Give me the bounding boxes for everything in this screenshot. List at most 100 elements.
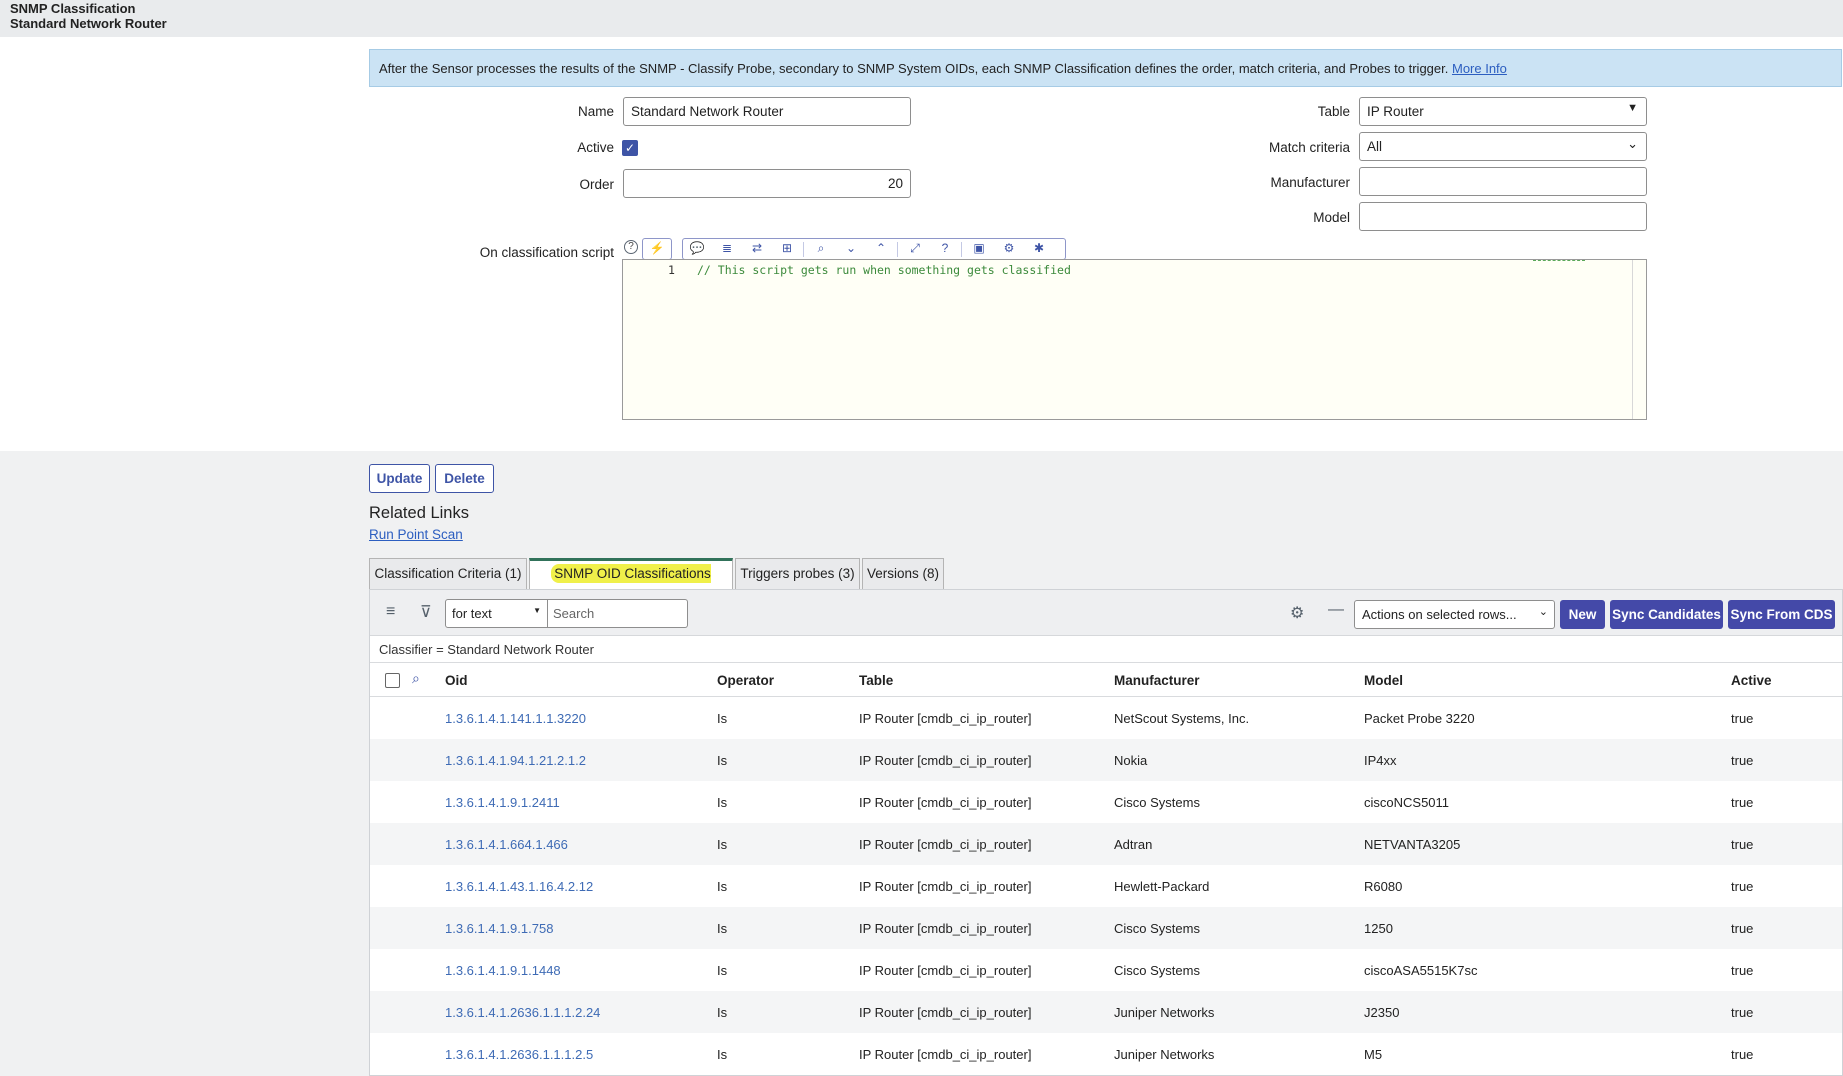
tab-classification-criteria[interactable]: Classification Criteria (1) bbox=[369, 558, 527, 589]
sync-from-cds-button[interactable]: Sync From CDS bbox=[1728, 600, 1835, 629]
run-point-scan-link[interactable]: Run Point Scan bbox=[369, 527, 463, 542]
table-row[interactable]: 1.3.6.1.4.1.2636.1.1.1.2.24 Is IP Router… bbox=[370, 991, 1842, 1033]
manufacturer-cell: Cisco Systems bbox=[1114, 963, 1200, 978]
match-criteria-select[interactable]: All ⌄ bbox=[1359, 132, 1647, 161]
search-icon[interactable]: ⌕ bbox=[807, 241, 835, 256]
search-icon[interactable]: ⌕ bbox=[412, 670, 420, 687]
tab-triggers-probes[interactable]: Triggers probes (3) bbox=[735, 558, 860, 589]
syntax-toggle-icon: ⚡ bbox=[649, 241, 665, 255]
oid-link[interactable]: 1.3.6.1.4.1.9.1.758 bbox=[445, 921, 553, 936]
table-cell: IP Router [cmdb_ci_ip_router] bbox=[859, 1047, 1032, 1062]
table-row[interactable]: 1.3.6.1.4.1.141.1.1.3220 Is IP Router [c… bbox=[370, 697, 1842, 739]
replace-all-icon[interactable]: ⊞ bbox=[773, 241, 801, 255]
table-label: Table bbox=[1317, 104, 1350, 119]
table-reference-field[interactable]: IP Router ▼ bbox=[1359, 97, 1647, 126]
bug-icon[interactable]: ✱ bbox=[1025, 241, 1053, 255]
oid-link[interactable]: 1.3.6.1.4.1.94.1.21.2.1.2 bbox=[445, 753, 586, 768]
active-cell: true bbox=[1731, 963, 1754, 978]
manufacturer-cell: Nokia bbox=[1114, 753, 1148, 768]
editor-toolbar: 💬 ≣ ⇄ ⊞ ⌕ ⌄ ⌃ ⤢ ? ▣ ⚙ ✱ bbox=[682, 238, 1066, 260]
table-cell: IP Router [cmdb_ci_ip_router] bbox=[859, 1005, 1032, 1020]
chevron-up-icon[interactable]: ⌃ bbox=[867, 241, 895, 255]
oid-link[interactable]: 1.3.6.1.4.1.141.1.1.3220 bbox=[445, 711, 586, 726]
chevron-down-icon: ▼ bbox=[1627, 102, 1638, 114]
model-field[interactable] bbox=[1359, 202, 1647, 231]
oid-link[interactable]: 1.3.6.1.4.1.9.1.1448 bbox=[445, 963, 561, 978]
manufacturer-cell: Adtran bbox=[1114, 837, 1153, 852]
actions-select[interactable]: Actions on selected rows... ⌄ bbox=[1354, 600, 1555, 629]
comment-icon[interactable]: 💬 bbox=[683, 241, 711, 255]
column-operator[interactable]: Operator bbox=[717, 673, 774, 688]
oid-link[interactable]: 1.3.6.1.4.1.2636.1.1.1.2.24 bbox=[445, 1005, 600, 1020]
active-cell: true bbox=[1731, 795, 1754, 810]
column-manufacturer[interactable]: Manufacturer bbox=[1114, 673, 1200, 688]
table-row[interactable]: 1.3.6.1.4.1.664.1.466 Is IP Router [cmdb… bbox=[370, 823, 1842, 865]
editor-scrollbar[interactable] bbox=[1632, 260, 1633, 419]
search-input[interactable]: Search bbox=[548, 599, 688, 628]
related-links-heading: Related Links bbox=[369, 504, 469, 522]
replace-icon[interactable]: ⇄ bbox=[743, 241, 771, 255]
toggle-syntax-button[interactable]: ⚡ bbox=[642, 238, 672, 260]
help-icon[interactable]: ? bbox=[624, 240, 638, 254]
script-debug-icon[interactable]: ⚙ bbox=[995, 241, 1023, 255]
format-code-icon[interactable]: ≣ bbox=[713, 241, 741, 255]
chevron-down-icon: ⌄ bbox=[1538, 606, 1548, 618]
model-cell: NETVANTA3205 bbox=[1364, 837, 1461, 852]
new-button[interactable]: New bbox=[1560, 600, 1605, 629]
model-cell: M5 bbox=[1364, 1047, 1383, 1062]
order-label: Order bbox=[579, 177, 614, 192]
column-oid[interactable]: Oid bbox=[445, 673, 468, 688]
tab-versions[interactable]: Versions (8) bbox=[862, 558, 944, 589]
tab-snmp-oid-classifications[interactable]: SNMP OID Classifications (1995) bbox=[529, 558, 733, 609]
chevron-down-icon[interactable]: ⌄ bbox=[837, 241, 865, 255]
table-row[interactable]: 1.3.6.1.4.1.9.1.1448 Is IP Router [cmdb_… bbox=[370, 949, 1842, 991]
table-row[interactable]: 1.3.6.1.4.1.9.1.2411 Is IP Router [cmdb_… bbox=[370, 781, 1842, 823]
snmp-oid-list: ≡ ⊽ for text ▼ Search ⚙ — Actions on sel… bbox=[369, 589, 1843, 1076]
gear-icon[interactable]: ⚙ bbox=[1290, 603, 1304, 623]
table-cell: IP Router [cmdb_ci_ip_router] bbox=[859, 795, 1032, 810]
match-criteria-value: All bbox=[1367, 139, 1383, 154]
script-code[interactable]: // This script gets run when something g… bbox=[697, 263, 1071, 277]
script-editor[interactable]: 1 // This script gets run when something… bbox=[622, 259, 1647, 420]
oid-link[interactable]: 1.3.6.1.4.1.43.1.16.4.2.12 bbox=[445, 879, 593, 894]
more-info-link[interactable]: More Info bbox=[1452, 61, 1507, 76]
select-all-checkbox[interactable] bbox=[385, 673, 400, 688]
active-cell: true bbox=[1731, 1005, 1754, 1020]
active-cell: true bbox=[1731, 921, 1754, 936]
oid-link[interactable]: 1.3.6.1.4.1.664.1.466 bbox=[445, 837, 568, 852]
toolbar-divider bbox=[803, 242, 804, 257]
delete-button[interactable]: Delete bbox=[435, 464, 494, 493]
line-number: 1 bbox=[668, 263, 675, 277]
update-button[interactable]: Update bbox=[369, 464, 430, 493]
sync-candidates-button[interactable]: Sync Candidates bbox=[1610, 600, 1723, 629]
table-cell: IP Router [cmdb_ci_ip_router] bbox=[859, 963, 1032, 978]
manufacturer-cell: Cisco Systems bbox=[1114, 921, 1200, 936]
toolbar-divider bbox=[897, 242, 898, 257]
search-field-select[interactable]: for text ▼ bbox=[445, 599, 548, 628]
active-checkbox[interactable]: ✓ bbox=[622, 140, 638, 156]
operator-cell: Is bbox=[717, 879, 728, 894]
active-cell: true bbox=[1731, 711, 1754, 726]
column-active[interactable]: Active bbox=[1731, 673, 1772, 688]
hamburger-menu-icon[interactable]: ≡ bbox=[386, 603, 395, 621]
column-table[interactable]: Table bbox=[859, 673, 893, 688]
table-row[interactable]: 1.3.6.1.4.1.94.1.21.2.1.2 Is IP Router [… bbox=[370, 739, 1842, 781]
manufacturer-field[interactable] bbox=[1359, 167, 1647, 196]
column-model[interactable]: Model bbox=[1364, 673, 1403, 688]
filter-icon[interactable]: ⊽ bbox=[420, 602, 432, 622]
save-icon[interactable]: ▣ bbox=[965, 241, 993, 255]
oid-link[interactable]: 1.3.6.1.4.1.2636.1.1.1.2.5 bbox=[445, 1047, 593, 1062]
operator-cell: Is bbox=[717, 711, 728, 726]
order-field[interactable]: 20 bbox=[623, 169, 911, 198]
oid-link[interactable]: 1.3.6.1.4.1.9.1.2411 bbox=[445, 795, 560, 810]
filter-breadcrumb[interactable]: Classifier = Standard Network Router bbox=[379, 642, 594, 657]
question-icon[interactable]: ? bbox=[931, 241, 959, 255]
fullscreen-icon[interactable]: ⤢ bbox=[901, 241, 929, 256]
active-cell: true bbox=[1731, 1047, 1754, 1062]
model-cell: ciscoNCS5011 bbox=[1364, 795, 1450, 810]
collapse-icon[interactable]: — bbox=[1328, 601, 1344, 619]
table-row[interactable]: 1.3.6.1.4.1.9.1.758 Is IP Router [cmdb_c… bbox=[370, 907, 1842, 949]
name-field[interactable]: Standard Network Router bbox=[623, 97, 911, 126]
table-row[interactable]: 1.3.6.1.4.1.43.1.16.4.2.12 Is IP Router … bbox=[370, 865, 1842, 907]
table-row[interactable]: 1.3.6.1.4.1.2636.1.1.1.2.5 Is IP Router … bbox=[370, 1033, 1842, 1075]
